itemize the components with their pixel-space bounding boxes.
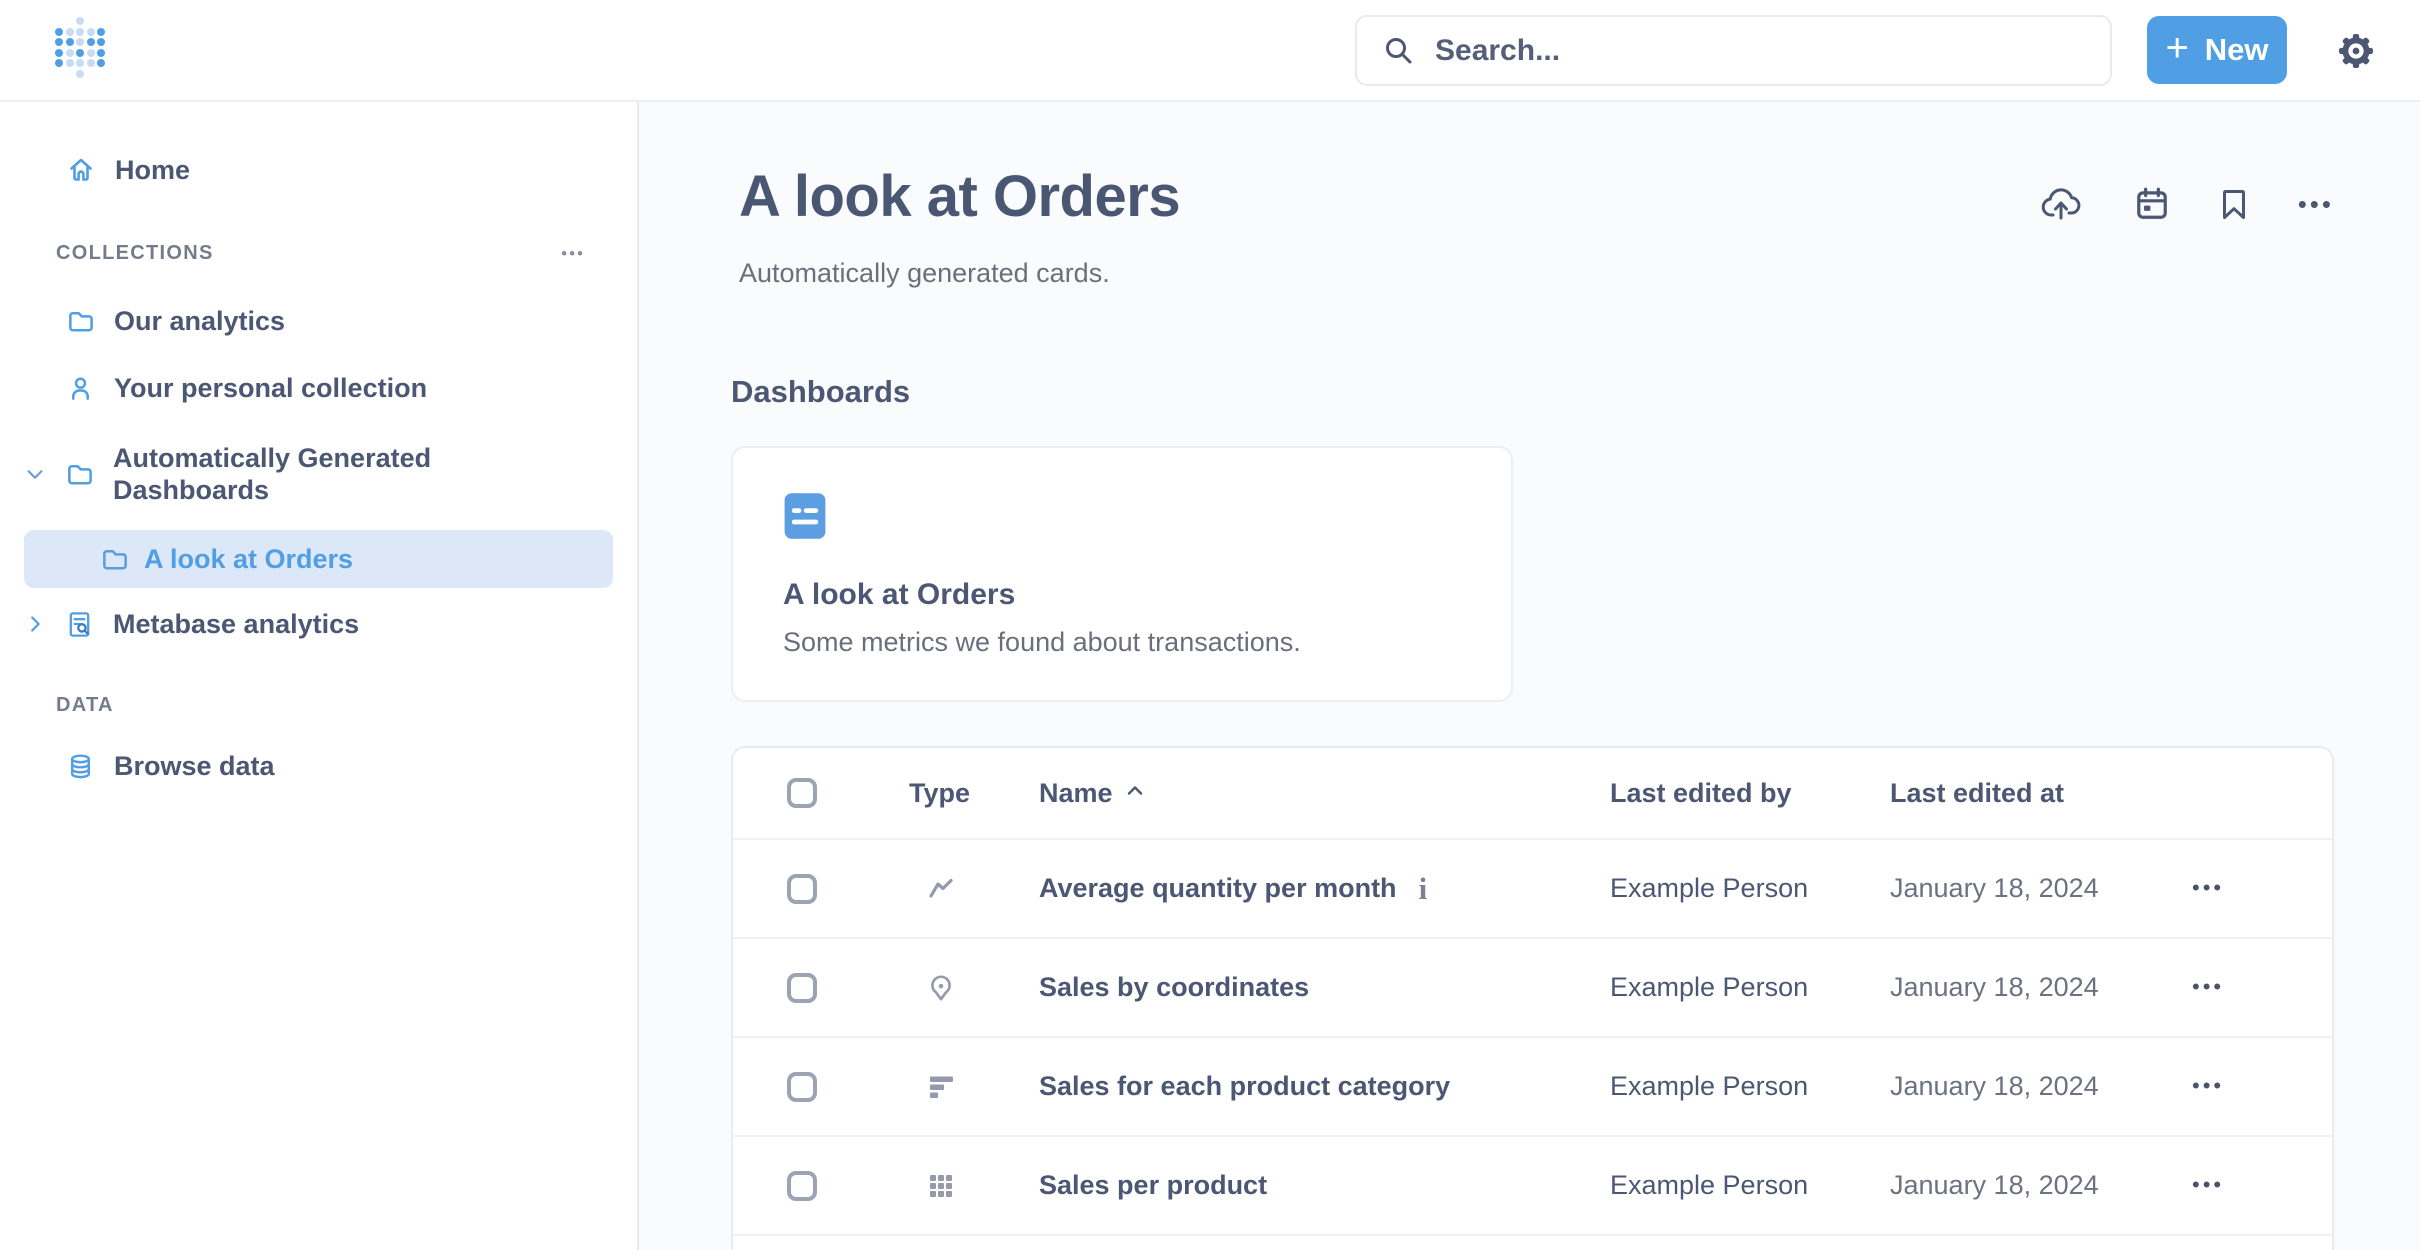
item-name[interactable]: Sales by coordinates [1039,972,1309,1003]
new-button[interactable]: + New [2147,16,2287,84]
column-header-name[interactable]: Name [1039,778,1113,809]
chevron-down-icon[interactable] [24,463,46,485]
search-bar[interactable] [1355,15,2112,86]
app-header: + New [0,0,2420,102]
last-edited-by: Example Person [1610,972,1808,1002]
last-edited-at: January 18, 2024 [1890,873,2099,903]
more-options-icon[interactable]: ••• [2298,191,2334,217]
chevron-right-icon[interactable] [24,613,46,635]
sidebar-item-label: Browse data [114,750,275,782]
line-chart-icon [927,875,955,903]
sidebar-item-label: A look at Orders [144,544,353,575]
row-menu-icon[interactable]: ••• [2192,1073,2224,1098]
select-all-checkbox[interactable] [787,778,817,808]
folder-icon [66,307,95,336]
column-header-type[interactable]: Type [887,778,970,809]
pin-map-icon [927,974,955,1002]
gear-icon[interactable] [2338,33,2374,69]
sidebar-item-home[interactable]: Home [0,140,637,200]
info-icon[interactable]: i [1419,873,1428,904]
table-row: Sales for each product category Example … [733,1036,2332,1135]
sidebar-item-our-analytics[interactable]: Our analytics [0,291,637,351]
folder-icon [65,460,94,489]
sidebar-item-a-look-at-orders[interactable]: A look at Orders [24,530,613,588]
last-edited-by: Example Person [1610,873,1808,903]
table-row-partial [733,1234,2332,1250]
item-name[interactable]: Sales for each product category [1039,1071,1450,1102]
sidebar-item-metabase-analytics[interactable]: Metabase analytics [0,594,637,654]
row-menu-icon[interactable]: ••• [2192,974,2224,999]
column-header-last-edited-at[interactable]: Last edited at [1890,778,2064,808]
collections-section-header: COLLECTIONS ••• [0,233,637,273]
calendar-icon[interactable] [2134,186,2170,222]
table-header-row: Type Name Last edited by Last edited at [733,748,2332,838]
collections-title: COLLECTIONS [56,242,214,265]
sidebar-item-label: Our analytics [114,305,285,337]
title-actions: ••• [2038,186,2334,222]
home-icon [66,155,96,185]
dashboard-card[interactable]: A look at Orders Some metrics we found a… [731,446,1513,702]
table-row: Sales per product Example Person January… [733,1135,2332,1234]
last-edited-at: January 18, 2024 [1890,1071,2099,1101]
table-row: Average quantity per month i Example Per… [733,838,2332,937]
last-edited-at: January 18, 2024 [1890,972,2099,1002]
row-menu-icon[interactable]: ••• [2192,1172,2224,1197]
search-icon [1383,35,1415,67]
cloud-upload-icon[interactable] [2038,186,2084,222]
card-title: A look at Orders [783,578,1461,612]
sidebar-item-browse-data[interactable]: Browse data [0,736,637,796]
collections-list: Our analytics Your personal collection [0,291,637,654]
collections-menu-icon[interactable]: ••• [561,245,585,262]
item-name[interactable]: Sales per product [1039,1170,1267,1201]
sidebar-item-label: Metabase analytics [113,608,359,640]
item-name[interactable]: Average quantity per month [1039,873,1397,904]
dashboard-icon [783,492,1461,540]
sidebar: Home COLLECTIONS ••• Our analytics Your … [0,102,639,1250]
row-checkbox[interactable] [787,1171,817,1201]
person-icon [66,374,95,403]
metabase-logo-icon[interactable] [55,17,105,78]
table-grid-icon [927,1172,955,1200]
sort-ascending-icon[interactable] [1126,785,1144,796]
table-row: Sales by coordinates Example Person Janu… [733,937,2332,1036]
page-title: A look at Orders [739,164,1180,230]
last-edited-by: Example Person [1610,1071,1808,1101]
folder-icon [100,545,129,574]
sidebar-item-label: Your personal collection [114,372,427,404]
database-icon [66,752,95,781]
horizontal-bar-chart-icon [927,1073,955,1101]
row-checkbox[interactable] [787,874,817,904]
card-description: Some metrics we found about transactions… [783,627,1461,658]
last-edited-by: Example Person [1610,1170,1808,1200]
bookmark-icon[interactable] [2220,187,2248,221]
main-content: A look at Orders [639,102,2420,1250]
row-checkbox[interactable] [787,1072,817,1102]
search-input[interactable] [1435,34,2084,68]
row-checkbox[interactable] [787,973,817,1003]
page-subtitle: Automatically generated cards. [739,256,2334,290]
sidebar-item-label: Automatically Generated Dashboards [113,442,453,506]
plus-icon: + [2165,28,2188,68]
sidebar-item-label: Home [115,154,190,186]
last-edited-at: January 18, 2024 [1890,1170,2099,1200]
row-menu-icon[interactable]: ••• [2192,875,2224,900]
sidebar-item-auto-generated-dashboards[interactable]: Automatically Generated Dashboards [0,425,637,523]
column-header-last-edited-by[interactable]: Last edited by [1610,778,1792,808]
audit-doc-icon [65,610,94,639]
data-title: DATA [56,694,114,717]
items-table: Type Name Last edited by Last edited at [731,746,2334,1250]
dashboards-section-title: Dashboards [731,372,2334,412]
sidebar-item-personal-collection[interactable]: Your personal collection [0,358,637,418]
data-section-header: DATA [0,685,637,725]
